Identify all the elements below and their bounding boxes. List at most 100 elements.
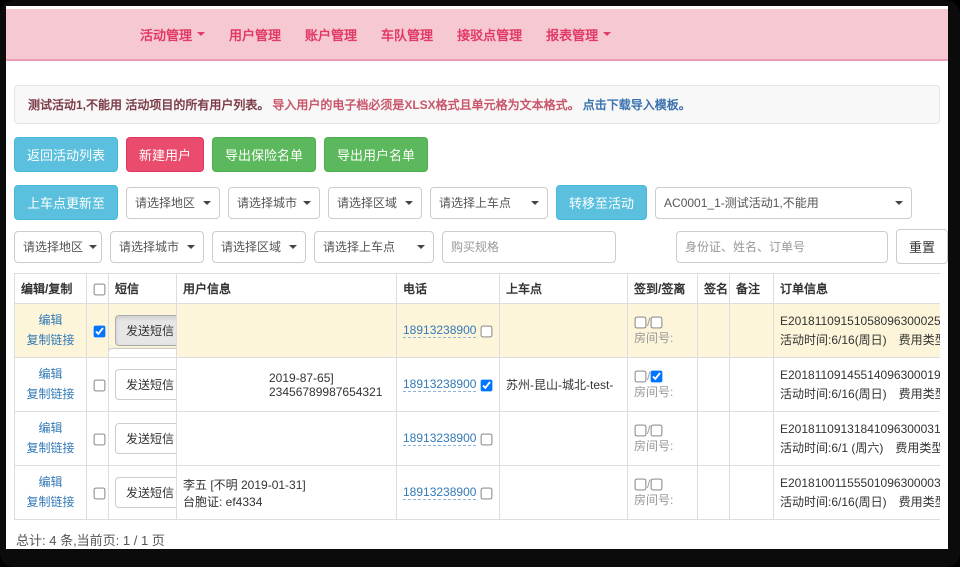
page: 活动管理 用户管理 账户管理 车队管理 接驳点管理 报表管理 测试活动1,不能用… (6, 6, 948, 549)
user-info-cell: 2019-87-65] 23456789987654321 (177, 358, 397, 412)
send-sms-button[interactable]: 发送短信 (115, 315, 177, 346)
chevron-down-icon (603, 32, 611, 36)
menu-item-request-info-sms[interactable]: 索要信息短信 (109, 354, 177, 358)
order-info-cell: E20181109151058096300025 活动时间:6/16(周日) 费… (774, 304, 941, 358)
order-info-cell: E20181001155501096300003 活动时间:6/16(周日) 费… (774, 466, 941, 520)
phone-checkbox[interactable] (480, 325, 492, 337)
pickup-point-select[interactable]: 请选择上车点 (430, 187, 548, 219)
user-line1: 2019-87-65] (269, 371, 390, 385)
copy-link[interactable]: 复制链接 (21, 331, 80, 350)
select-value: 请选择区域 (337, 194, 397, 211)
send-sms-label: 发送短信 (126, 376, 174, 393)
select-value: 请选择上车点 (439, 194, 511, 211)
edit-link[interactable]: 编辑 (21, 473, 80, 492)
chevron-down-icon (89, 245, 97, 249)
export-user-list-button[interactable]: 导出用户名单 (324, 137, 428, 172)
copy-link[interactable]: 复制链接 (21, 439, 80, 458)
signin-checkbox[interactable] (635, 371, 647, 383)
copy-link[interactable]: 复制链接 (21, 385, 80, 404)
edit-link[interactable]: 编辑 (21, 419, 80, 438)
area-select[interactable]: 请选择区域 (328, 187, 422, 219)
send-sms-button[interactable]: 发送短信 (115, 423, 177, 454)
activity-select[interactable]: AC0001_1-测试活动1,不能用 (655, 187, 912, 219)
alert-activity-title: 测试活动1,不能用 活动项目的所有用户列表。 (28, 98, 269, 112)
alert-warning-text: 导入用户的电子档必须是XLSX格式且单元格为文本格式。 (272, 98, 579, 112)
pickup-update-row: 上车点更新至 请选择地区 请选择城市 请选择区域 请选择上车点 转移至活动 AC… (14, 185, 940, 220)
filter-region-select[interactable]: 请选择地区 (14, 231, 102, 263)
nav-shuttle-point-management[interactable]: 接驳点管理 (447, 19, 532, 50)
update-pickup-point-button[interactable]: 上车点更新至 (14, 185, 118, 220)
nav-activity-management[interactable]: 活动管理 (130, 19, 215, 50)
select-value: 请选择地区 (135, 194, 195, 211)
nav-fleet-management[interactable]: 车队管理 (371, 19, 443, 50)
sms-cell: 发送短信 (109, 358, 177, 412)
row-select-cell (87, 412, 109, 466)
note-cell (730, 358, 774, 412)
download-template-link[interactable]: 点击下载导入模板。 (583, 98, 691, 112)
select-value: 请选择城市 (237, 194, 297, 211)
signature-cell (698, 412, 730, 466)
chevron-down-icon (203, 201, 211, 205)
phone-link[interactable]: 18913238900 (403, 431, 476, 446)
order-number: E20181109151058096300025 (780, 314, 940, 328)
export-insurance-list-button[interactable]: 导出保险名单 (212, 137, 316, 172)
send-sms-button[interactable]: 发送短信 (115, 477, 177, 508)
transfer-to-activity-button[interactable]: 转移至活动 (556, 185, 647, 220)
signout-checkbox[interactable] (651, 371, 663, 383)
new-user-button[interactable]: 新建用户 (126, 137, 204, 172)
nav-user-management[interactable]: 用户管理 (219, 19, 291, 50)
filter-area-select[interactable]: 请选择区域 (212, 231, 306, 263)
filter-pickup-point-select[interactable]: 请选择上车点 (314, 231, 434, 263)
search-input[interactable] (676, 231, 888, 263)
edit-copy-cell: 编辑 复制链接 (15, 358, 87, 412)
signin-checkbox[interactable] (635, 479, 647, 491)
nav-label: 接驳点管理 (457, 25, 522, 44)
filter-city-select[interactable]: 请选择城市 (110, 231, 204, 263)
header-note: 备注 (730, 274, 774, 304)
signout-checkbox[interactable] (651, 425, 663, 437)
navbar: 活动管理 用户管理 账户管理 车队管理 接驳点管理 报表管理 (6, 9, 948, 61)
select-value: 请选择上车点 (323, 238, 395, 255)
edit-link[interactable]: 编辑 (21, 365, 80, 384)
row-checkbox[interactable] (94, 325, 106, 337)
signout-checkbox[interactable] (651, 317, 663, 329)
nav-account-management[interactable]: 账户管理 (295, 19, 367, 50)
signin-checkbox[interactable] (635, 425, 647, 437)
edit-copy-cell: 编辑 复制链接 (15, 304, 87, 358)
select-all-checkbox[interactable] (94, 283, 106, 295)
signature-cell (698, 304, 730, 358)
phone-checkbox[interactable] (480, 433, 492, 445)
row-checkbox[interactable] (94, 487, 106, 499)
copy-link[interactable]: 复制链接 (21, 493, 80, 512)
region-select[interactable]: 请选择地区 (126, 187, 220, 219)
header-pickup-point: 上车点 (500, 274, 628, 304)
order-info-cell: E20181109131841096300031 活动时间:6/1 (周六) 费… (774, 412, 941, 466)
phone-checkbox[interactable] (480, 379, 492, 391)
phone-checkbox[interactable] (480, 487, 492, 499)
user-line1: 李五 [不明 2019-01-31] (183, 476, 390, 493)
chevron-down-icon (531, 201, 539, 205)
chevron-down-icon (895, 201, 903, 205)
send-sms-button[interactable]: 发送短信 (115, 369, 177, 400)
purchase-spec-input[interactable] (442, 231, 616, 263)
row-checkbox[interactable] (94, 379, 106, 391)
signin-checkbox[interactable] (635, 317, 647, 329)
back-to-activity-list-button[interactable]: 返回活动列表 (14, 137, 118, 172)
city-select[interactable]: 请选择城市 (228, 187, 320, 219)
reset-button[interactable]: 重置 (896, 229, 948, 264)
signout-checkbox[interactable] (651, 479, 663, 491)
phone-link[interactable]: 18913238900 (403, 323, 476, 338)
note-cell (730, 466, 774, 520)
signin-signout-cell: / 房间号: (628, 304, 698, 358)
header-signature: 签名 (698, 274, 730, 304)
nav-report-management[interactable]: 报表管理 (536, 19, 621, 50)
sms-cell: 发送短信 (109, 466, 177, 520)
edit-link[interactable]: 编辑 (21, 311, 80, 330)
sms-dropdown-menu: 索要信息短信 活动通知短信 电子合同短信 不成行通知短信 (109, 348, 177, 358)
user-info-cell (177, 412, 397, 466)
signin-signout-cell: / 房间号: (628, 358, 698, 412)
phone-link[interactable]: 18913238900 (403, 377, 476, 392)
phone-link[interactable]: 18913238900 (403, 485, 476, 500)
row-checkbox[interactable] (94, 433, 106, 445)
row-select-cell (87, 358, 109, 412)
